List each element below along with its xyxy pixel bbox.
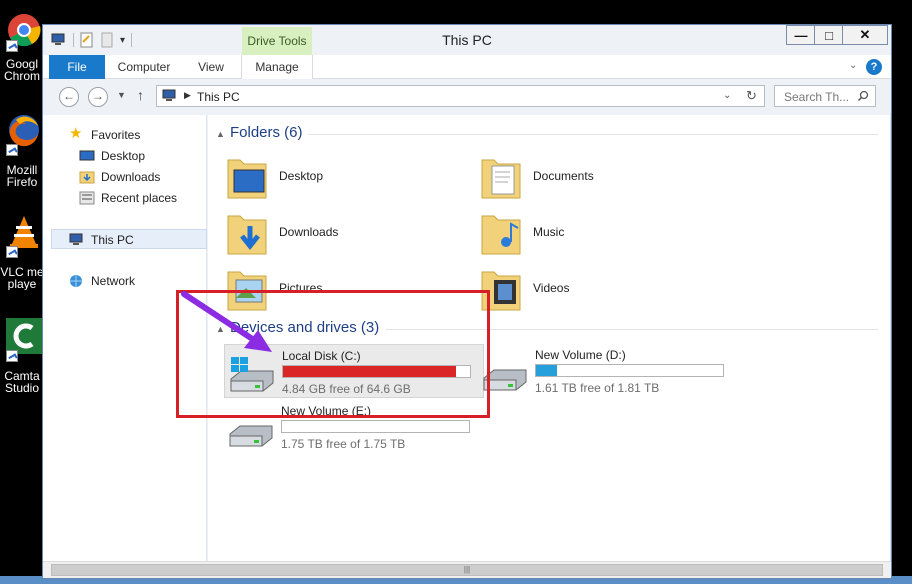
tab-file[interactable]: File — [49, 55, 105, 79]
shortcut-arrow-icon — [6, 350, 18, 362]
desktop-shortcut-camtasia[interactable]: Camta Studio — [0, 316, 44, 406]
folder-item-videos[interactable]: Videos — [480, 264, 720, 314]
camtasia-icon — [6, 318, 42, 354]
search-placeholder: Search Th... — [784, 90, 850, 104]
tab-computer[interactable]: Computer — [109, 55, 179, 79]
expand-ribbon-icon[interactable]: ⌄ — [849, 60, 857, 71]
recent-locations-icon[interactable]: ▼ — [117, 90, 126, 100]
network-icon — [70, 275, 82, 287]
desktop-shortcut-vlc[interactable]: VLC me playe — [0, 212, 44, 292]
vertical-scrollbar[interactable] — [890, 113, 891, 561]
horizontal-scrollbar[interactable]: ||| — [43, 561, 891, 578]
minimize-button[interactable]: — — [786, 25, 816, 45]
folder-item-music[interactable]: Music — [480, 208, 720, 258]
nav-this-pc[interactable]: This PC — [51, 229, 207, 249]
folder-item-documents[interactable]: Documents — [480, 152, 720, 202]
tab-manage[interactable]: Manage — [241, 55, 313, 79]
recent-places-icon — [79, 191, 95, 205]
star-icon: ★ — [69, 125, 83, 142]
desktop-icon-label: Camta Studio — [4, 370, 40, 394]
desktop-icon-label: Googl Chrom — [3, 58, 40, 82]
downloads-folder-icon — [79, 171, 95, 184]
breadcrumb-chevron-icon[interactable]: ▶ — [184, 90, 191, 101]
drive-free-space: 1.75 TB free of 1.75 TB — [281, 437, 406, 451]
firefox-icon — [9, 115, 39, 147]
back-button[interactable]: ← — [59, 87, 79, 107]
breadcrumb-this-pc[interactable]: This PC — [197, 90, 240, 104]
desktop-shortcut-firefox[interactable]: Mozill Firefo — [0, 110, 44, 190]
desktop-icon-label: Mozill Firefo — [6, 164, 38, 188]
drive-usage-bar — [535, 364, 724, 377]
window-title: This PC — [442, 32, 492, 48]
address-input[interactable]: ▶ This PC ⌄ ↻ — [156, 85, 765, 107]
downloads-folder-icon — [227, 215, 267, 255]
address-bar-row: ← → ▼ ↑ ▶ This PC ⌄ ↻ Search Th... — [43, 79, 891, 113]
folder-item-desktop[interactable]: Desktop — [226, 152, 466, 202]
computer-icon — [162, 89, 176, 101]
ribbon-tabs: File Computer View Manage ⌄ ? — [43, 55, 891, 79]
drive-name: New Volume (D:) — [535, 348, 626, 362]
desktop-icon — [79, 150, 95, 161]
drive-usage-bar — [281, 420, 470, 433]
arrow-annotation-icon — [181, 291, 272, 352]
vlc-icon — [10, 216, 38, 248]
search-input[interactable]: Search Th... — [774, 85, 876, 107]
up-button[interactable]: ↑ — [137, 87, 144, 103]
scrollbar-thumb[interactable]: ||| — [51, 564, 883, 576]
maximize-button[interactable]: □ — [814, 25, 844, 45]
nav-favorites[interactable]: ★ Favorites — [69, 125, 199, 145]
shortcut-arrow-icon — [6, 40, 18, 52]
drive-usage-fill — [536, 365, 557, 376]
nav-desktop[interactable]: Desktop — [79, 146, 199, 166]
music-folder-icon — [481, 215, 521, 255]
address-dropdown-icon[interactable]: ⌄ — [723, 90, 731, 101]
collapse-group-icon[interactable]: ▲ — [216, 129, 225, 139]
forward-button[interactable]: → — [88, 87, 108, 107]
desktop-folder-icon — [227, 159, 267, 199]
documents-folder-icon — [481, 159, 521, 199]
close-button[interactable]: ✕ — [842, 25, 888, 45]
tab-view[interactable]: View — [185, 55, 237, 79]
refresh-icon[interactable]: ↻ — [746, 88, 757, 104]
drive-item-d[interactable]: New Volume (D:) 1.61 TB free of 1.81 TB — [478, 344, 738, 398]
nav-downloads[interactable]: Downloads — [79, 167, 199, 187]
shortcut-arrow-icon — [6, 144, 18, 156]
shortcut-arrow-icon — [6, 246, 18, 258]
desktop-shortcut-chrome[interactable]: Googl Chrom — [0, 8, 44, 88]
group-divider — [308, 134, 878, 135]
help-icon[interactable]: ? — [866, 59, 882, 75]
computer-icon — [69, 233, 83, 245]
search-icon[interactable] — [857, 90, 869, 102]
nav-recent-places[interactable]: Recent places — [79, 188, 204, 208]
drive-free-space: 1.61 TB free of 1.81 TB — [535, 381, 660, 395]
title-bar: ▾ Drive Tools This PC — □ ✕ — [43, 25, 891, 55]
folder-item-downloads[interactable]: Downloads — [226, 208, 466, 258]
desktop-icon-label: VLC me playe — [0, 266, 44, 290]
folders-group-header[interactable]: Folders (6) — [230, 124, 303, 141]
